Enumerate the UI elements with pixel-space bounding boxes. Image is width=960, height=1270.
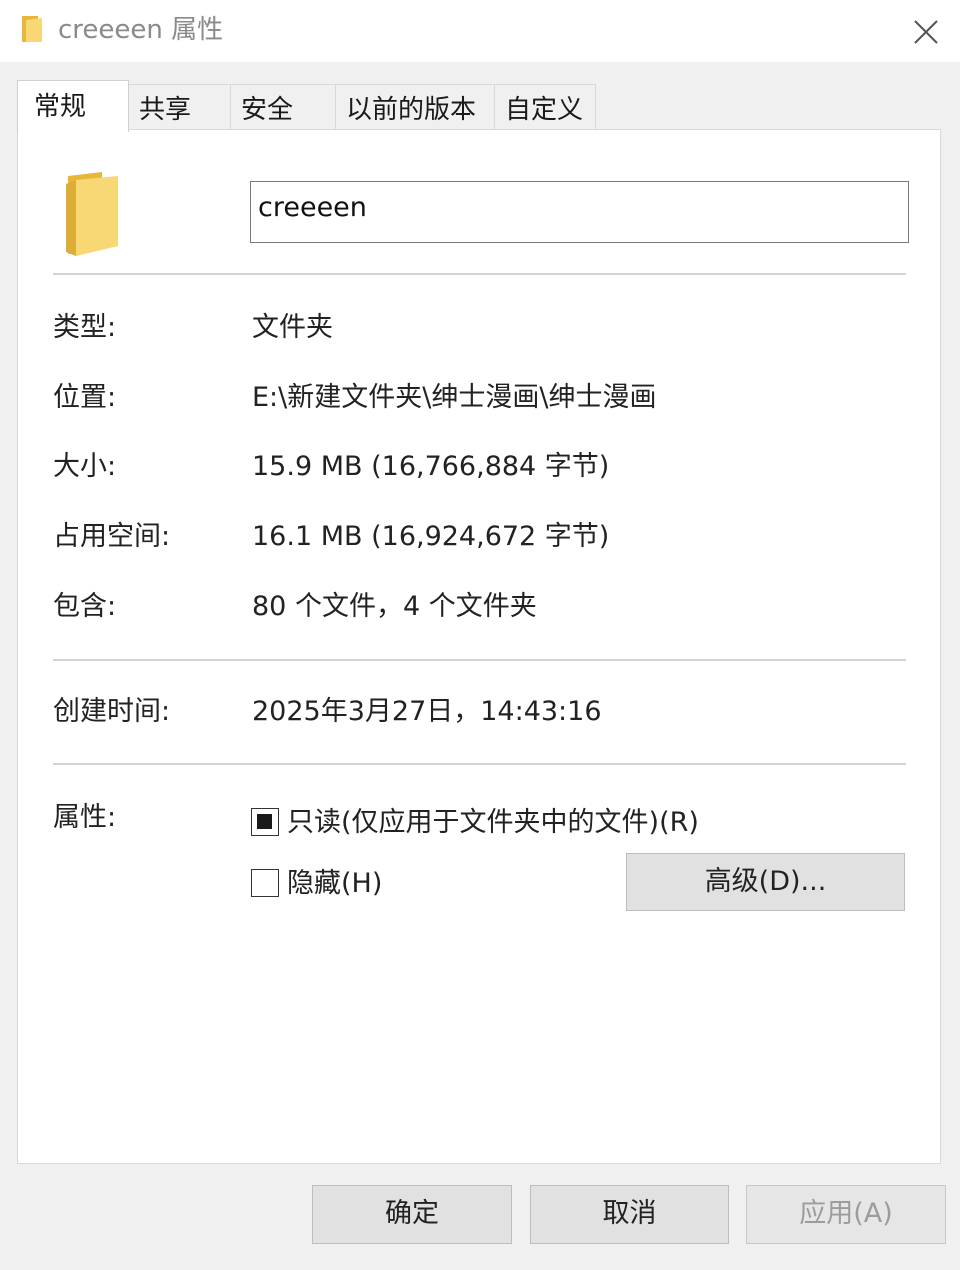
divider (53, 659, 906, 661)
size-value: 15.9 MB (16,766,884 字节) (252, 451, 610, 482)
disk-size-label: 占用空间: (53, 521, 171, 552)
hidden-checkbox[interactable] (251, 869, 279, 897)
ok-button[interactable]: 确定 (312, 1185, 512, 1244)
divider (53, 763, 906, 765)
readonly-checkbox[interactable] (251, 808, 279, 836)
apply-button[interactable]: 应用(A) (746, 1185, 946, 1244)
folder-name-input[interactable]: creeeen (250, 181, 909, 243)
tab-general[interactable]: 常规 (17, 80, 129, 132)
contains-label: 包含: (53, 591, 117, 622)
hidden-label[interactable]: 隐藏(H) (287, 867, 382, 901)
contains-value: 80 个文件，4 个文件夹 (252, 591, 537, 622)
tab-security[interactable]: 安全 (230, 84, 336, 130)
window-title: creeeen 属性 (58, 15, 224, 45)
disk-size-value: 16.1 MB (16,924,672 字节) (252, 521, 610, 552)
size-label: 大小: (53, 451, 117, 482)
title-bar: creeeen 属性 (0, 0, 960, 62)
advanced-button[interactable]: 高级(D)... (626, 853, 905, 911)
location-value: E:\新建文件夹\绅士漫画\绅士漫画 (252, 382, 657, 413)
tab-customize[interactable]: 自定义 (494, 84, 596, 130)
folder-icon (22, 16, 42, 42)
readonly-label[interactable]: 只读(仅应用于文件夹中的文件)(R) (287, 806, 699, 840)
divider (53, 273, 906, 275)
attributes-label: 属性: (53, 802, 117, 833)
folder-icon (66, 172, 118, 256)
type-value: 文件夹 (252, 312, 333, 343)
location-label: 位置: (53, 382, 117, 413)
created-value: 2025年3月27日，14:43:16 (252, 696, 602, 727)
general-panel: creeeen 类型: 文件夹 位置: E:\新建文件夹\绅士漫画\绅士漫画 大… (17, 129, 941, 1164)
tab-previous-versions[interactable]: 以前的版本 (335, 84, 495, 130)
tab-sharing[interactable]: 共享 (128, 84, 231, 130)
type-label: 类型: (53, 312, 117, 343)
cancel-button[interactable]: 取消 (530, 1185, 729, 1244)
created-label: 创建时间: (53, 696, 171, 727)
close-icon[interactable] (906, 12, 946, 52)
